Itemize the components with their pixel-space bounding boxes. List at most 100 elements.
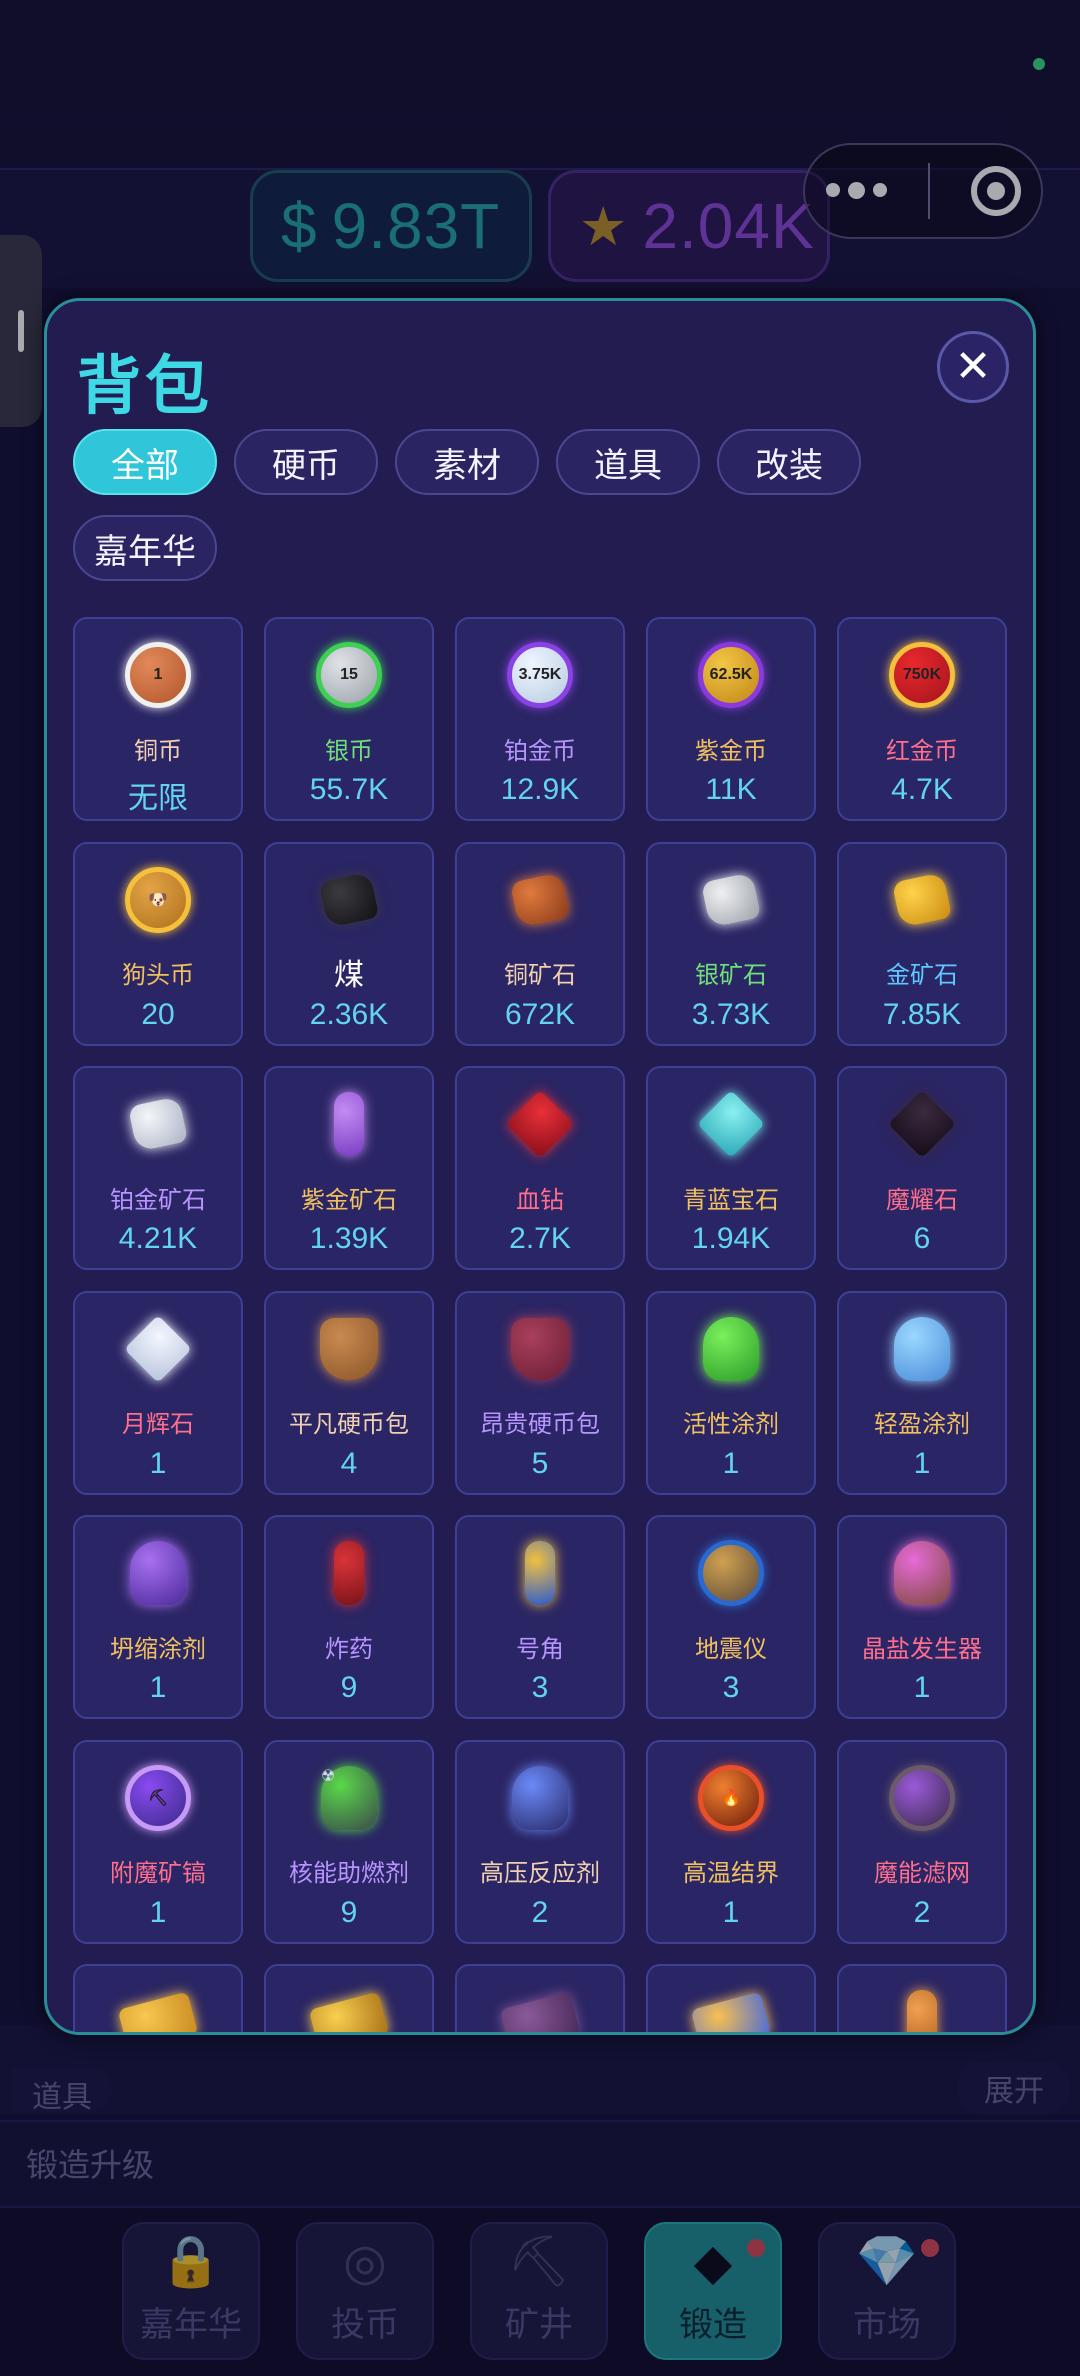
item-count: 4 <box>340 1446 358 1480</box>
item-card[interactable]: 晶盐发生器 1 <box>837 1515 1007 1719</box>
item-card[interactable]: 月辉石 1 <box>73 1290 243 1495</box>
collapse-coating-icon <box>120 1535 196 1611</box>
item-name: 紫金币 <box>695 737 767 765</box>
filter-tab-mods[interactable]: 改装 <box>717 429 861 495</box>
item-card[interactable]: 血钻 2.7K <box>455 1066 625 1270</box>
item-name: 高压反应剂 <box>480 1860 600 1887</box>
item-card[interactable]: 15 银币 55.7K <box>264 617 434 821</box>
filter-tab-coins[interactable]: 硬币 <box>234 429 378 495</box>
copper-ore-icon <box>502 862 578 938</box>
coin-face-label: ☢ <box>321 1765 377 1830</box>
item-name: 血钻 <box>516 1186 564 1214</box>
cyan-sapphire-icon <box>693 1086 769 1162</box>
item-card[interactable] <box>837 1964 1007 2032</box>
item-count: 1 <box>913 1671 931 1704</box>
item-count: 6 <box>913 1222 931 1255</box>
coin-face-label: 1 <box>125 642 191 708</box>
gold-ticket-icon <box>117 1984 199 2032</box>
item-card[interactable]: ⛏ 附魔矿镐 1 <box>73 1739 243 1944</box>
item-card[interactable] <box>73 1964 243 2032</box>
item-count: 3 <box>722 1671 740 1704</box>
item-count: 无限 <box>128 782 188 815</box>
coin-face-label: ⛏ <box>125 1764 191 1831</box>
item-count: 4.21K <box>118 1222 198 1255</box>
item-count: 1 <box>722 1895 740 1929</box>
item-count: 1 <box>149 1895 167 1929</box>
horn-icon <box>502 1535 578 1611</box>
item-count: 5 <box>531 1446 549 1480</box>
item-card[interactable]: 号角 3 <box>455 1515 625 1719</box>
item-card[interactable]: 银矿石 3.73K <box>646 841 816 1046</box>
item-count: 1.94K <box>691 1222 771 1255</box>
item-card[interactable]: 炸药 9 <box>264 1515 434 1719</box>
item-card[interactable]: 煤 2.36K <box>264 841 434 1046</box>
item-card[interactable]: 魔耀石 6 <box>837 1066 1007 1270</box>
item-card[interactable] <box>455 1964 625 2032</box>
purple-gold-coin-icon: 62.5K <box>693 637 769 713</box>
item-card[interactable]: 昂贵硬币包 5 <box>455 1290 625 1495</box>
nuclear-accelerant-icon: ☢ <box>311 1760 387 1836</box>
item-count: 3.73K <box>691 997 771 1031</box>
item-name: 铂金矿石 <box>110 1186 206 1214</box>
item-card[interactable]: 🔥 高温结界 1 <box>646 1739 816 1944</box>
item-count: 7.85K <box>882 997 962 1031</box>
item-card[interactable]: 魔能滤网 2 <box>837 1739 1007 1944</box>
item-name: 魔耀石 <box>886 1186 958 1214</box>
item-name: 金矿石 <box>886 962 958 989</box>
item-name: 铜矿石 <box>504 962 576 989</box>
item-card[interactable]: 坍缩涂剂 1 <box>73 1515 243 1719</box>
item-count: 9 <box>340 1895 358 1929</box>
gold-ticket-icon <box>308 1984 390 2032</box>
item-card[interactable]: 🐶 狗头币 20 <box>73 841 243 1046</box>
purple-ticket-icon <box>499 1984 581 2032</box>
filter-tab-carnival[interactable]: 嘉年华 <box>73 515 217 581</box>
item-count: 11K <box>705 773 757 806</box>
item-card[interactable]: 750K 红金币 4.7K <box>837 617 1007 821</box>
item-card[interactable]: 轻盈涂剂 1 <box>837 1290 1007 1495</box>
item-count: 9 <box>340 1671 358 1704</box>
item-card[interactable]: 地震仪 3 <box>646 1515 816 1719</box>
item-card[interactable] <box>646 1964 816 2032</box>
coin-face-label: 750K <box>889 642 955 708</box>
silver-coin-icon: 15 <box>311 637 387 713</box>
item-count: 12.9K <box>500 773 580 806</box>
item-card[interactable]: 紫金矿石 1.39K <box>264 1066 434 1270</box>
item-grid: 1 铜币 无限 15 银币 55.7K 3.75K 铂金币 12.9K 62.5K 紫金币 11K 75… <box>73 617 1013 2032</box>
item-count: 2 <box>913 1895 931 1929</box>
item-card[interactable]: 金矿石 7.85K <box>837 841 1007 1046</box>
item-name: 昂贵硬币包 <box>480 1411 600 1438</box>
item-count: 1 <box>913 1446 931 1480</box>
item-card[interactable]: 62.5K 紫金币 11K <box>646 617 816 821</box>
item-card[interactable]: 青蓝宝石 1.94K <box>646 1066 816 1270</box>
coin-face-label: 🔥 <box>698 1764 764 1831</box>
item-card[interactable]: 铜矿石 672K <box>455 841 625 1046</box>
item-card[interactable]: 铂金矿石 4.21K <box>73 1066 243 1270</box>
item-count: 2.7K <box>509 1222 571 1255</box>
item-card[interactable]: ☢ 核能助燃剂 9 <box>264 1739 434 1944</box>
item-count: 672K <box>504 997 576 1031</box>
item-name: 魔能滤网 <box>874 1860 970 1887</box>
item-name: 月辉石 <box>122 1411 194 1438</box>
crystal-salt-generator-icon <box>884 1535 960 1611</box>
close-button[interactable]: ✕ <box>937 331 1009 403</box>
blood-diamond-icon <box>502 1086 578 1162</box>
item-name: 轻盈涂剂 <box>874 1411 970 1438</box>
item-card[interactable]: 活性涂剂 1 <box>646 1290 816 1495</box>
high-temp-barrier-icon: 🔥 <box>693 1760 769 1836</box>
backpack-modal: 背包 ✕ 全部 硬币 素材 道具 改装 嘉年华 1 铜币 无限 15 银币 55.7K 3.… <box>44 298 1036 2035</box>
item-name: 活性涂剂 <box>683 1411 779 1438</box>
item-name: 紫金矿石 <box>301 1186 397 1214</box>
item-card[interactable]: 3.75K 铂金币 12.9K <box>455 617 625 821</box>
item-name: 青蓝宝石 <box>683 1186 779 1214</box>
item-name: 晶盐发生器 <box>862 1635 982 1663</box>
item-card[interactable] <box>264 1964 434 2032</box>
expensive-coin-bag-icon <box>502 1311 578 1387</box>
item-card[interactable]: 平凡硬币包 4 <box>264 1290 434 1495</box>
item-card[interactable]: 高压反应剂 2 <box>455 1739 625 1944</box>
filter-tab-props[interactable]: 道具 <box>556 429 700 495</box>
filter-tab-all[interactable]: 全部 <box>73 429 217 495</box>
red-gold-coin-icon: 750K <box>884 637 960 713</box>
item-card[interactable]: 1 铜币 无限 <box>73 617 243 821</box>
demon-stone-icon <box>884 1086 960 1162</box>
filter-tab-materials[interactable]: 素材 <box>395 429 539 495</box>
